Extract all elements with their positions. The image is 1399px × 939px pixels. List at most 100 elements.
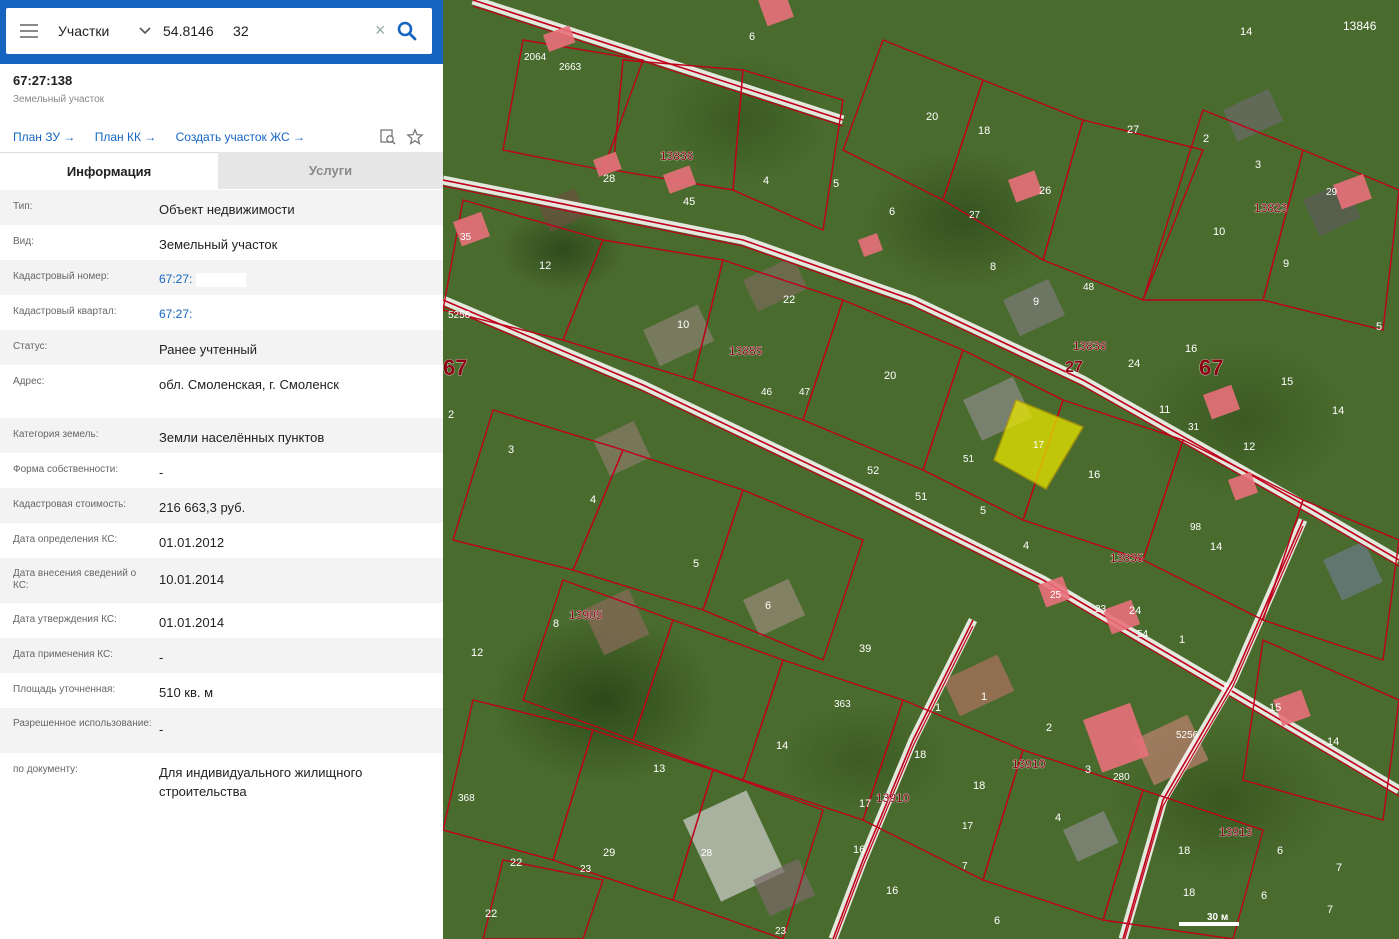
parcel-boundary (862, 699, 1024, 881)
object-header: 67:27:138 Земельный участок (13, 73, 104, 105)
row-value: Земельный участок (159, 237, 278, 252)
map-label: 10 (677, 319, 689, 331)
map-label: 20 (926, 111, 938, 123)
map-label: 23 (775, 926, 787, 937)
row-value-link[interactable]: 67:27: (159, 305, 429, 324)
map-label: 5 (1376, 321, 1382, 333)
layer-select[interactable]: Участки (58, 23, 109, 39)
row-value: - (159, 722, 164, 737)
chevron-down-icon[interactable] (138, 24, 152, 38)
menu-icon[interactable] (20, 24, 38, 38)
info-row-cost-approval-date: Дата утверждения КС: 01.01.2014 (0, 603, 443, 638)
favorite-star-icon[interactable] (406, 128, 424, 146)
building-footprint (1083, 702, 1150, 773)
parcel-boundary (443, 699, 594, 861)
map-label: 13905 (569, 608, 603, 622)
row-value: 01.01.2014 (159, 615, 225, 630)
house (743, 578, 806, 637)
info-row-area: Площадь уточненная: 510 кв. м (0, 673, 443, 708)
tabs: Информация Услуги (0, 152, 443, 189)
row-value: 216 663,3 руб. (159, 500, 246, 515)
map-label: 4 (1023, 540, 1029, 552)
map-label: 18 (973, 780, 985, 792)
map-label: 15 (1281, 376, 1293, 388)
row-label: Дата определения КС: (13, 534, 118, 545)
map-label: 13835 (1110, 551, 1144, 565)
map-label: 5 (833, 178, 839, 190)
cadastral-map[interactable]: 17 67 27 67 13836 13836 13823 13885 13905 13835 13… (443, 0, 1399, 939)
map-label: 23 (580, 864, 592, 875)
search-input[interactable]: 54.8146 32 (163, 23, 249, 39)
link-create-parcel[interactable]: Создать участок ЖС → (176, 130, 305, 144)
map-label: 8 (990, 261, 996, 273)
map-label: 9 (1283, 258, 1289, 270)
map-label: 7 (1327, 904, 1333, 916)
house (593, 420, 651, 477)
map-label: 1 (935, 702, 941, 714)
parcel-boundary (942, 79, 1084, 262)
tab-info[interactable]: Информация (0, 152, 218, 189)
row-value: Ранее учтенный (159, 342, 257, 357)
map-label: 14 (1332, 405, 1344, 417)
map-label: 13910 (1012, 757, 1046, 771)
map-label: 18 (1183, 887, 1195, 899)
map-label: 11 (1159, 404, 1170, 416)
map-label: 25 (1050, 590, 1062, 601)
map-label: 24 (1129, 605, 1141, 617)
link-plan-kk[interactable]: План КК → (95, 130, 157, 144)
row-value: - (159, 465, 164, 480)
map-label: 13836 (1073, 339, 1107, 353)
search-icon[interactable] (396, 20, 418, 42)
parcel-boundary (842, 39, 984, 201)
row-value: 01.01.2012 (159, 535, 225, 550)
map-label: 22 (783, 294, 795, 306)
road-border (472, 5, 844, 127)
row-value-link[interactable]: 67:27: (159, 270, 429, 289)
object-title: 67:27:138 (13, 73, 73, 88)
map-label: 52 (867, 465, 879, 477)
map-label: 28 (701, 848, 713, 859)
row-label: Форма собственности: (13, 464, 119, 475)
map-label: 4 (590, 494, 596, 506)
map-label: 27 (1065, 359, 1083, 376)
row-value: 10.01.2014 (159, 572, 225, 587)
building-footprint (757, 0, 794, 27)
top-bar: Участки 54.8146 32 × (0, 0, 459, 64)
building-footprint (453, 211, 491, 247)
map-label: 14 (776, 740, 788, 752)
tab-services[interactable]: Услуги (218, 152, 443, 189)
map-label: 67 (443, 355, 467, 380)
map-label: 13885 (729, 344, 763, 358)
row-label: Кадастровый квартал: (13, 306, 117, 317)
map-label: 5256 (448, 310, 471, 321)
building-footprint (858, 233, 883, 257)
redacted-mask (195, 272, 246, 287)
map-label: 6 (749, 31, 755, 43)
building-footprint (1203, 384, 1241, 420)
row-label: по документу: (13, 764, 78, 775)
map-label: 98 (1190, 522, 1202, 533)
road-border (443, 179, 1399, 561)
map-label: 17 (859, 798, 871, 810)
map-label: 48 (1083, 282, 1095, 293)
row-label: Дата применения КС: (13, 649, 114, 660)
find-on-map-icon[interactable] (379, 128, 397, 146)
object-subtitle: Земельный участок (13, 94, 105, 105)
map-label: 6 (1277, 845, 1283, 857)
row-label: Тип: (13, 201, 33, 212)
building-footprint (663, 165, 697, 194)
clear-icon[interactable]: × (375, 20, 386, 41)
link-plan-zu[interactable]: План ЗУ → (13, 130, 75, 144)
info-row-kind: Вид: Земельный участок (0, 225, 443, 260)
row-label: Кадастровая стоимость: (13, 499, 127, 510)
map-label: 14 (1240, 26, 1252, 38)
map-label: 13846 (1343, 19, 1377, 33)
map-overlay: 1767 27 6713836138361382313885139051383513… (443, 0, 1399, 939)
row-value: Земли населённых пунктов (159, 430, 325, 445)
row-label: Разрешенное использование: (13, 718, 152, 729)
map-label: 22 (485, 908, 497, 920)
info-row-cadastral-quarter: Кадастровый квартал: 67:27: (0, 295, 443, 330)
map-label: 16 (853, 844, 865, 856)
map-label: 14 (1327, 736, 1339, 748)
map-label: 18 (1178, 845, 1190, 857)
